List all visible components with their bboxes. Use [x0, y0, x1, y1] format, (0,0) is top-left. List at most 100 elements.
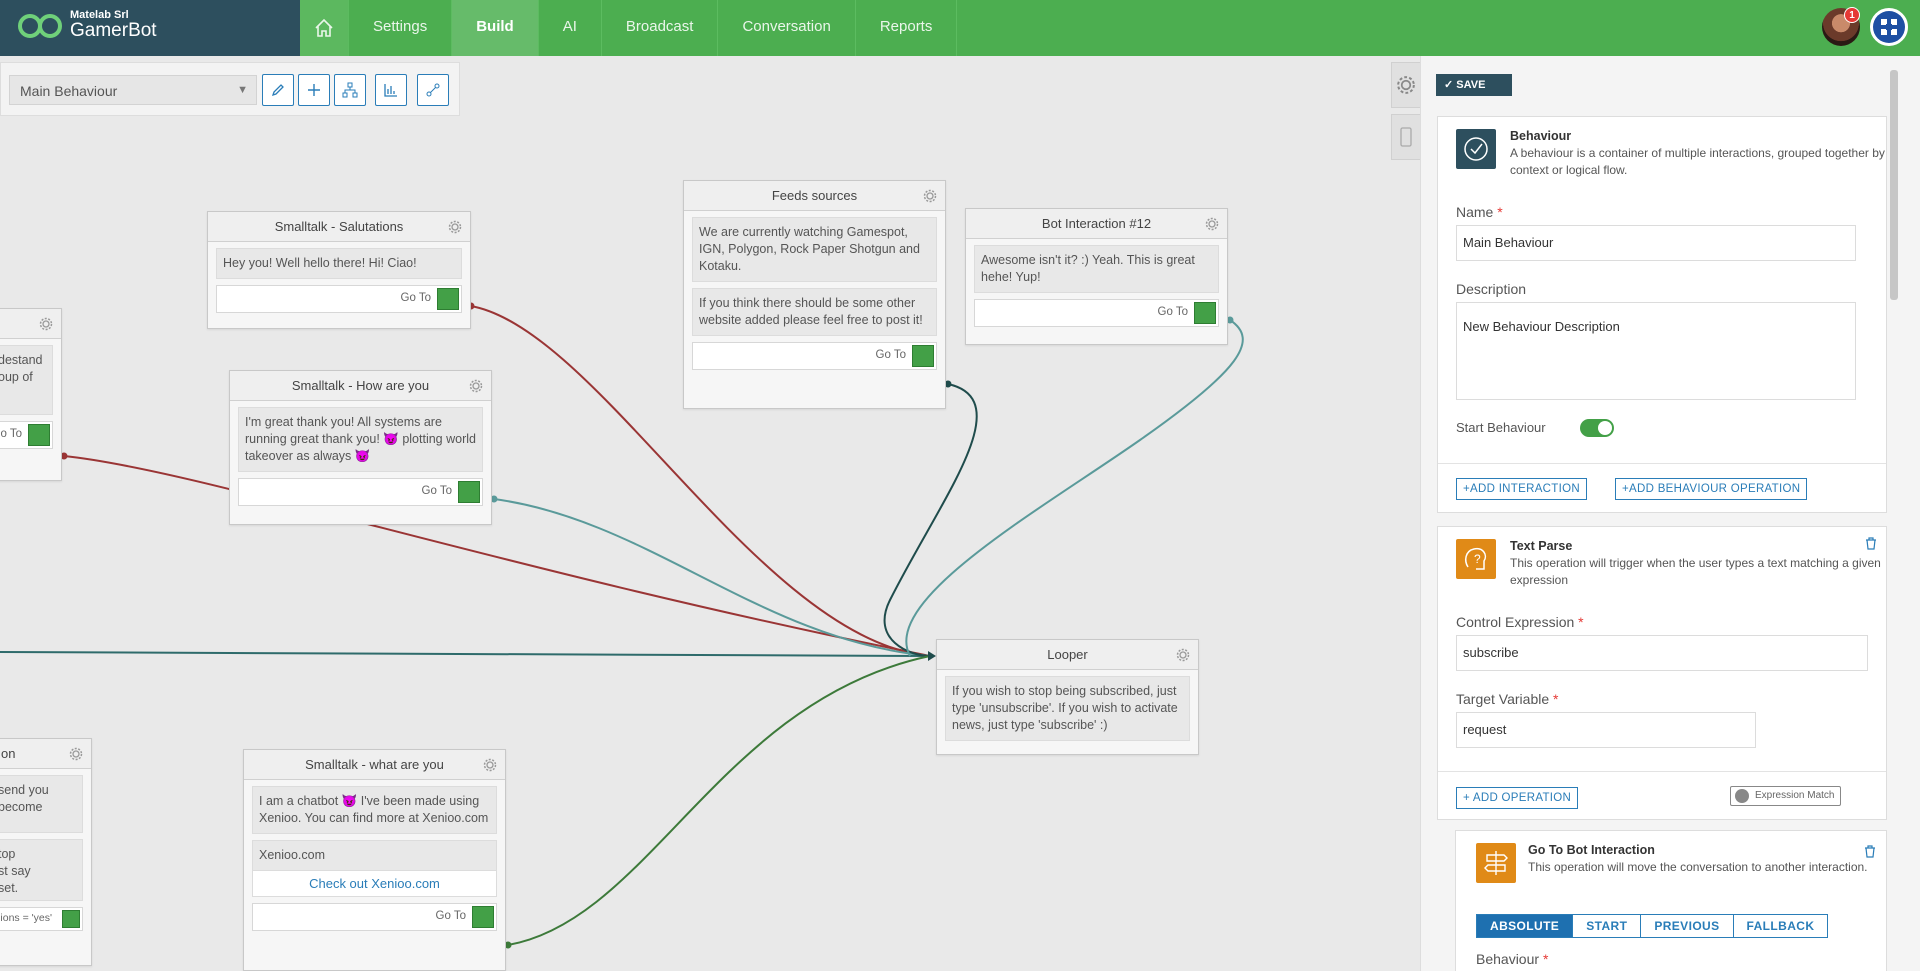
target-variable-label: Target Variable * [1456, 691, 1559, 707]
layout-button[interactable] [334, 74, 366, 106]
node-title: Smalltalk - Salutations [274, 219, 404, 234]
goto-icon[interactable] [437, 288, 459, 310]
nav-home[interactable] [300, 0, 348, 56]
logo-icon [18, 14, 62, 38]
target-variable-input[interactable]: request [1456, 712, 1756, 748]
panel-side-tabs [1391, 62, 1421, 166]
goto-icon[interactable] [1194, 302, 1216, 324]
name-input[interactable]: Main Behaviour [1456, 225, 1856, 261]
goto-bot-title: Go To Bot Interaction [1528, 843, 1655, 857]
share-button[interactable] [417, 74, 449, 106]
goto-row[interactable]: Go To [216, 285, 462, 313]
gear-icon[interactable] [39, 317, 53, 331]
description-input[interactable]: New Behaviour Description [1456, 302, 1856, 400]
goto-row[interactable]: o To [0, 421, 53, 449]
gear-icon[interactable] [1205, 217, 1219, 231]
save-button[interactable]: ✓ SAVE [1436, 74, 1512, 96]
start-behaviour-toggle[interactable] [1580, 419, 1614, 437]
chevron-down-icon: ▼ [237, 84, 248, 96]
goto-icon[interactable] [62, 910, 80, 928]
panel-scrollbar[interactable] [1890, 70, 1898, 300]
trash-icon[interactable] [1865, 537, 1877, 550]
goto-label: o To [0, 428, 22, 440]
tab-absolute[interactable]: ABSOLUTE [1477, 915, 1574, 937]
workspace-avatar[interactable] [1870, 8, 1908, 46]
interaction-node-partial-top[interactable]: destand oup of o To [0, 308, 62, 481]
goto-row[interactable]: Go To [238, 478, 483, 506]
name-label: Name * [1456, 204, 1503, 220]
workspace-logo-icon [1873, 11, 1905, 43]
node-header: Smalltalk - Salutations [208, 212, 470, 242]
goto-row[interactable]: ions = 'yes' [0, 907, 83, 931]
interaction-node-bot-12[interactable]: Bot Interaction #12 Awesome isn't it? :)… [965, 208, 1228, 345]
goto-label: Go To [435, 910, 466, 922]
goto-row[interactable]: Go To [692, 342, 937, 370]
control-expression-label: Control Expression * [1456, 614, 1584, 630]
goto-label: Go To [1157, 306, 1188, 318]
top-bar: Matelab Srl GamerBot Settings Build AI B… [0, 0, 1920, 56]
check-icon: ✓ [1444, 79, 1457, 91]
hierarchy-icon [342, 82, 358, 98]
node-message: destand oup of [0, 345, 53, 415]
interaction-node-partial-bottom[interactable]: on send you become top st say set. ions … [0, 738, 92, 966]
interaction-node-looper[interactable]: Looper If you wish to stop being subscri… [936, 639, 1199, 755]
control-expression-input[interactable]: subscribe [1456, 635, 1868, 671]
add-interaction-button[interactable]: +ADD INTERACTION [1456, 478, 1587, 500]
nav-build[interactable]: Build [452, 0, 538, 56]
panel-tab-settings[interactable] [1391, 62, 1421, 108]
node-header: Smalltalk - How are you [230, 371, 491, 401]
node-title: on [1, 746, 16, 761]
gear-icon[interactable] [483, 758, 497, 772]
goto-bot-interaction-card: Go To Bot Interaction This operation wil… [1455, 830, 1887, 971]
nav-conversation[interactable]: Conversation [718, 0, 854, 56]
interaction-node-what-are-you[interactable]: Smalltalk - what are you I am a chatbot … [243, 749, 506, 971]
text-parse-title: Text Parse [1510, 539, 1573, 553]
brand[interactable]: Matelab Srl GamerBot [0, 0, 300, 56]
gear-icon[interactable] [469, 379, 483, 393]
signpost-icon [1476, 843, 1516, 883]
link-button[interactable]: Check out Xenioo.com [252, 870, 497, 897]
node-message: top st say set. [0, 839, 83, 901]
add-button[interactable] [298, 74, 330, 106]
goto-icon[interactable] [28, 424, 50, 446]
goto-row[interactable]: Go To [252, 903, 497, 931]
trash-icon[interactable] [1864, 845, 1876, 858]
share-icon [426, 83, 440, 97]
tab-fallback[interactable]: FALLBACK [1734, 915, 1828, 937]
tab-start[interactable]: START [1573, 915, 1642, 937]
interaction-node-how-are-you[interactable]: Smalltalk - How are you I'm great thank … [229, 370, 492, 525]
node-title: Smalltalk - How are you [291, 378, 430, 393]
gear-icon[interactable] [1176, 648, 1190, 662]
nav-broadcast[interactable]: Broadcast [602, 0, 718, 56]
behaviour-title: Behaviour [1510, 129, 1572, 143]
link-card-title: Xenioo.com [252, 840, 497, 870]
stats-button[interactable] [375, 74, 407, 106]
goto-condition: ions = 'yes' [0, 912, 52, 924]
edit-button[interactable] [262, 74, 294, 106]
goto-row[interactable]: Go To [974, 299, 1219, 327]
gear-icon [1397, 76, 1415, 94]
gear-icon[interactable] [923, 189, 937, 203]
behaviour-select[interactable]: Main Behaviour ▼ [9, 75, 257, 105]
interaction-node-feeds-sources[interactable]: Feeds sources We are currently watching … [683, 180, 946, 409]
panel-tab-preview[interactable] [1391, 114, 1421, 160]
expression-match-button[interactable]: Expression Match [1730, 786, 1842, 806]
behaviour-label: Behaviour * [1476, 951, 1549, 967]
phone-icon [1400, 127, 1412, 147]
interaction-node-salutations[interactable]: Smalltalk - Salutations Hey you! Well he… [207, 211, 471, 329]
tab-previous[interactable]: PREVIOUS [1641, 915, 1734, 937]
gear-icon[interactable] [69, 747, 83, 761]
nav-ai[interactable]: AI [539, 0, 601, 56]
goto-icon[interactable] [912, 345, 934, 367]
add-operation-button[interactable]: + ADD OPERATION [1456, 787, 1579, 809]
add-behaviour-operation-button[interactable]: +ADD BEHAVIOUR OPERATION [1615, 478, 1808, 500]
main-nav: Settings Build AI Broadcast Conversation… [300, 0, 958, 56]
goto-icon[interactable] [472, 906, 494, 928]
goto-icon[interactable] [458, 481, 480, 503]
nav-settings[interactable]: Settings [349, 0, 451, 56]
text-parse-icon: ? [1456, 539, 1496, 579]
goto-label: Go To [875, 349, 906, 361]
gear-icon[interactable] [448, 220, 462, 234]
nav-reports[interactable]: Reports [856, 0, 957, 56]
home-icon [315, 18, 333, 37]
